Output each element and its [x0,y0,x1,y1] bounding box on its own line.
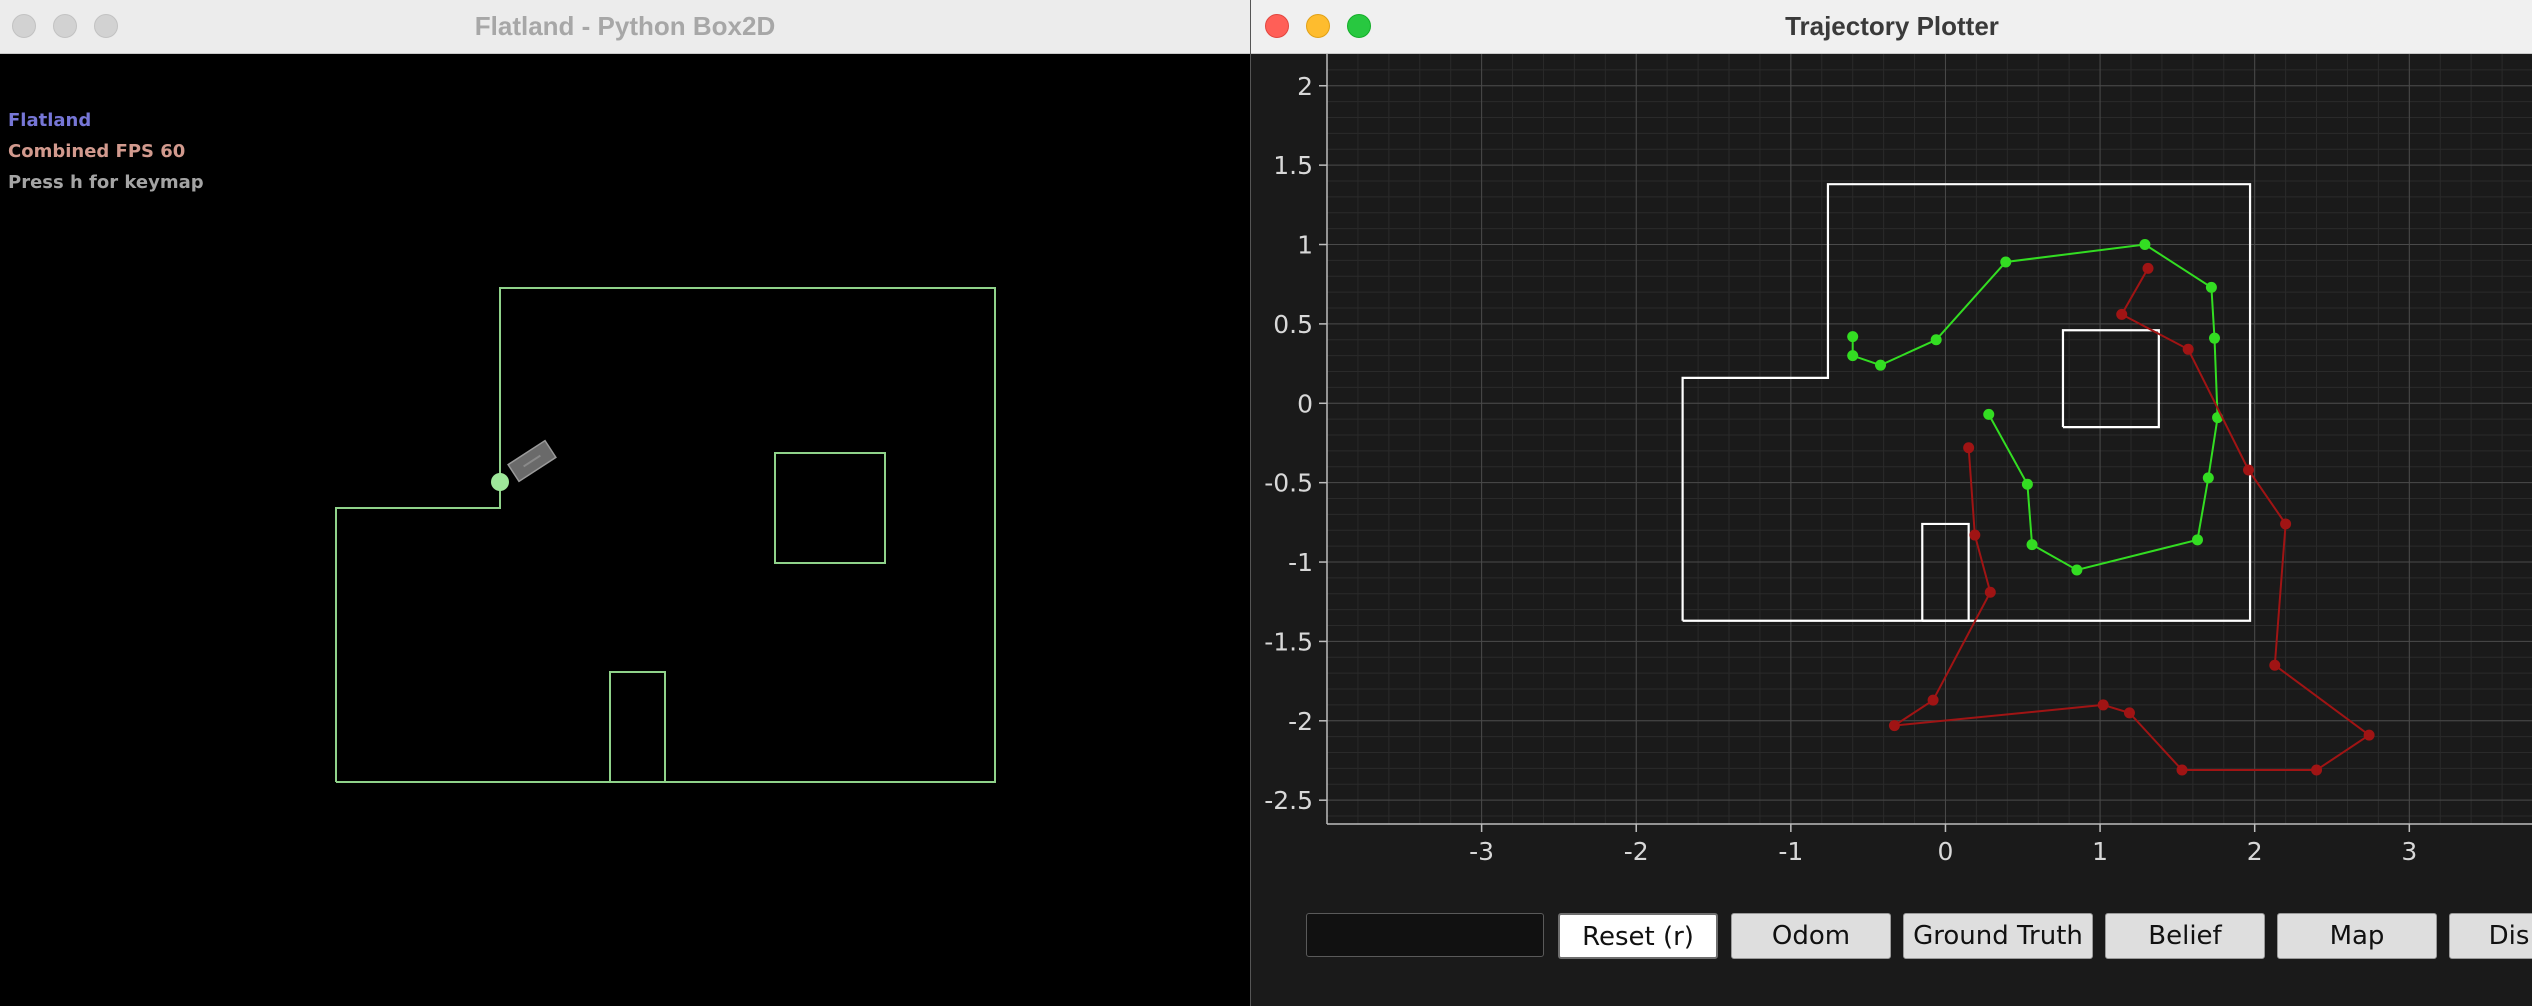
trajectory-green-point [1875,359,1887,371]
trajectory-red-point [2097,699,2109,711]
plot-map-layer [1681,183,2252,622]
trajectory-green-line [1851,243,2219,572]
trajectory-red-point [1888,720,1900,732]
y-tick-label: -1 [1288,548,1313,577]
trajectory-red-point [1984,586,1996,598]
trajectory-green-point [2205,281,2217,293]
plot-series-layer [1847,239,2375,776]
trajectory-red-point [1969,529,1981,541]
y-tick-label: -2 [1288,707,1313,736]
trajectory-green-point [2071,564,2083,576]
robot-position-marker [491,473,509,491]
trajectory-red-point [2123,707,2135,719]
trajectory-red-point [2311,764,2323,776]
map-obstacle [2061,329,2160,429]
trajectory-red-point [1963,442,1975,454]
plotter-titlebar[interactable]: Trajectory Plotter [1251,0,2532,54]
trajectory-green-point [2000,256,2012,268]
y-tick-label: 2 [1297,72,1313,101]
belief-button[interactable]: Belief [2105,913,2265,959]
y-tick-label: 1 [1297,231,1313,260]
trajectory-green-point [2139,239,2151,251]
plot-grid-major [1327,54,2532,824]
sim-obstacle-square [774,452,886,564]
y-tick-label: -1.5 [1264,627,1313,656]
y-tick-label: 0.5 [1273,310,1313,339]
trajectory-red-point [2269,659,2281,671]
y-tick-label: -2.5 [1264,786,1313,815]
flatland-window[interactable]: Flatland - Python Box2D Flatland Combine… [0,0,1250,1006]
dis-button[interactable]: Dis [2449,913,2532,959]
reset-button[interactable]: Reset (r) [1558,913,1718,959]
sim-robot [507,439,557,483]
trajectory-green-point [2202,472,2214,484]
x-tick-label: 0 [1938,837,1954,866]
odom-button[interactable]: Odom [1731,913,1891,959]
trajectory-red-point [1927,694,1939,706]
y-tick-label: 0 [1297,389,1313,418]
trajectory-green-point [2191,534,2203,546]
sim-obstacle-door [609,671,666,783]
trajectory-red-point [2116,308,2128,320]
sim-canvas[interactable] [0,0,1250,1006]
trajectory-green-point [1983,408,1995,420]
plotter-text-input[interactable] [1306,913,1544,957]
trajectory-red-line [1893,267,2371,772]
plot-grid-minor [1326,54,2532,824]
sim-map [335,287,996,783]
trajectory-red-point [2363,729,2375,741]
x-tick-label: -2 [1624,837,1649,866]
trajectory-green-point [2021,478,2033,490]
plot-x-ticks: -3 -2 -1 0 1 2 3 [1469,824,2417,866]
trajectory-red-point [2182,343,2194,355]
y-tick-label: 1.5 [1273,151,1313,180]
trajectory-green-point [1930,334,1942,346]
trajectory-plotter-window[interactable]: Trajectory Plotter -3 -2 -1 0 1 2 3 2 1.5 1 0.5 0-… [1250,0,2532,1006]
x-tick-label: 2 [2247,837,2263,866]
trajectory-red-point [2243,464,2255,476]
trajectory-red-point [2176,764,2188,776]
trajectory-green-point [1847,350,1859,362]
x-tick-label: 3 [2401,837,2417,866]
ground-truth-button[interactable]: Ground Truth [1903,913,2093,959]
trajectory-green-point [2026,539,2038,551]
y-tick-label: -0.5 [1264,469,1313,498]
plot-axes [1326,54,2532,825]
trajectory-plot[interactable]: -3 -2 -1 0 1 2 3 2 1.5 1 0.5 0 -0.5 -1 -1.5 -2 -2.5 [1251,54,2532,934]
trajectory-green-point [1847,331,1859,343]
window-title: Trajectory Plotter [1785,11,1999,41]
map-outline [1681,183,2252,622]
trajectory-green-point [2208,332,2220,344]
trajectory-red-point [2142,262,2154,274]
x-tick-label: -1 [1778,837,1803,866]
x-tick-label: 1 [2092,837,2108,866]
plot-y-ticks: 2 1.5 1 0.5 0 -0.5 -1 -1.5 -2 -2.5 [1264,72,1327,815]
trajectory-red-point [2280,518,2292,530]
x-tick-label: -3 [1469,837,1494,866]
map-button[interactable]: Map [2277,913,2437,959]
